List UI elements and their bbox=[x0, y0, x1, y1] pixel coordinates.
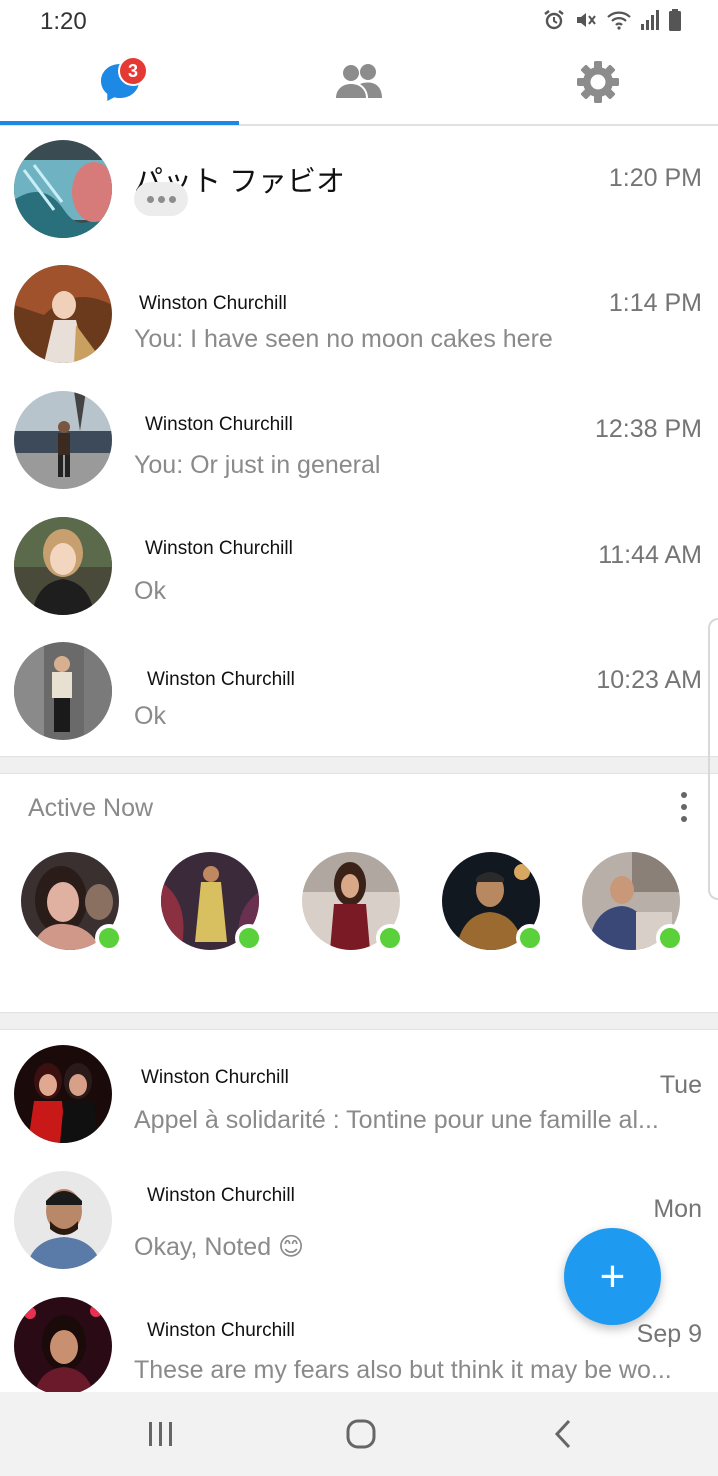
scroll-edge bbox=[708, 618, 718, 900]
online-indicator bbox=[95, 924, 123, 952]
signal-icon bbox=[640, 8, 660, 32]
conversation-name: Winston Churchill bbox=[139, 293, 287, 314]
avatar bbox=[14, 391, 112, 489]
active-user[interactable] bbox=[21, 852, 123, 952]
online-indicator bbox=[516, 924, 544, 952]
active-user[interactable] bbox=[161, 852, 263, 952]
avatar bbox=[14, 642, 112, 740]
conversation-time: Tue bbox=[659, 1071, 702, 1099]
conversation-time: 1:14 PM bbox=[608, 289, 702, 317]
unread-badge: 3 bbox=[118, 56, 148, 86]
conversation-time: 11:44 AM bbox=[598, 541, 702, 569]
tab-chats[interactable]: 3 bbox=[0, 44, 239, 124]
conversation-preview: You: Or just in general bbox=[134, 451, 381, 479]
conversation-preview: Ok bbox=[134, 577, 166, 605]
conversation-name: Winston Churchill bbox=[145, 538, 293, 559]
more-vertical-icon[interactable] bbox=[674, 792, 694, 822]
recent-apps-icon[interactable] bbox=[141, 1414, 181, 1454]
mute-icon bbox=[574, 8, 598, 32]
back-icon[interactable] bbox=[543, 1414, 583, 1454]
tab-settings[interactable] bbox=[478, 44, 717, 124]
online-indicator bbox=[656, 924, 684, 952]
tab-people[interactable] bbox=[239, 44, 478, 124]
active-user[interactable] bbox=[442, 852, 544, 952]
conversation-preview: Appel à solidarité : Tontine pour une fa… bbox=[134, 1106, 659, 1134]
avatar bbox=[14, 1297, 112, 1395]
gear-icon bbox=[576, 60, 620, 109]
system-nav-bar bbox=[0, 1392, 718, 1476]
online-indicator bbox=[376, 924, 404, 952]
home-icon[interactable] bbox=[341, 1414, 381, 1454]
active-user[interactable] bbox=[302, 852, 404, 952]
conversation-name: Winston Churchill bbox=[147, 1320, 295, 1341]
status-icons bbox=[542, 8, 682, 32]
conversation-preview: You: I have seen no moon cakes here bbox=[134, 325, 553, 353]
conversation-row[interactable]: Winston Churchill 11:44 AM Ok bbox=[0, 503, 718, 628]
conversation-time: Mon bbox=[653, 1195, 702, 1223]
conversation-name: Winston Churchill bbox=[145, 414, 293, 435]
conversation-preview: Ok bbox=[134, 702, 166, 730]
conversation-name: Winston Churchill bbox=[147, 669, 295, 690]
battery-icon bbox=[668, 8, 682, 32]
conversation-time: Sep 9 bbox=[636, 1320, 702, 1348]
plus-icon: + bbox=[599, 1251, 626, 1301]
section-divider bbox=[0, 1012, 718, 1030]
avatar bbox=[14, 517, 112, 615]
new-message-button[interactable]: + bbox=[564, 1228, 661, 1325]
conversation-time: 10:23 AM bbox=[596, 666, 702, 694]
conversation-row[interactable]: Winston Churchill 1:14 PM You: I have se… bbox=[0, 251, 718, 376]
status-bar: 1:20 bbox=[0, 0, 718, 44]
avatar bbox=[14, 1171, 112, 1269]
typing-indicator bbox=[134, 182, 188, 216]
avatar bbox=[14, 1045, 112, 1143]
people-icon bbox=[334, 62, 384, 107]
conversation-preview: These are my fears also but think it may… bbox=[134, 1356, 672, 1384]
conversation-time: 1:20 PM bbox=[608, 164, 702, 192]
conversation-row[interactable]: パット ファビオ 1:20 PM bbox=[0, 126, 718, 251]
status-time: 1:20 bbox=[40, 8, 87, 35]
alarm-icon bbox=[542, 8, 566, 32]
conversation-time: 12:38 PM bbox=[594, 415, 702, 443]
avatar bbox=[14, 265, 112, 363]
avatar bbox=[14, 140, 112, 238]
section-divider bbox=[0, 756, 718, 774]
tab-bar: 3 bbox=[0, 44, 718, 126]
conversation-row[interactable]: Winston Churchill Tue Appel à solidarité… bbox=[0, 1031, 718, 1156]
tab-selected-indicator bbox=[0, 121, 239, 125]
conversation-name: Winston Churchill bbox=[147, 1185, 295, 1206]
conversation-name: Winston Churchill bbox=[141, 1067, 289, 1088]
conversation-row[interactable]: Winston Churchill 10:23 AM Ok bbox=[0, 628, 718, 753]
wifi-icon bbox=[606, 8, 632, 32]
active-user[interactable] bbox=[582, 852, 684, 952]
conversation-row[interactable]: Winston Churchill 12:38 PM You: Or just … bbox=[0, 377, 718, 502]
online-indicator bbox=[235, 924, 263, 952]
active-now-title: Active Now bbox=[28, 794, 154, 822]
